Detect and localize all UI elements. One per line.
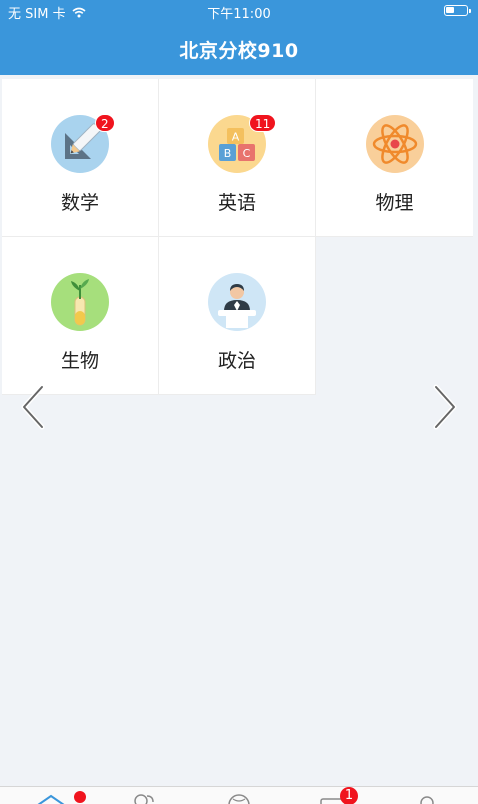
subject-label: 政治 [217,350,256,372]
subject-label: 物理 [375,192,414,214]
subject-label: 英语 [217,192,256,214]
tab-bar: 1 [0,786,478,804]
subject-tile-biology[interactable]: 生物 [2,237,159,395]
test-tube-plant-icon [51,273,109,331]
status-bar: 无 SIM 卡 下午11:00 [0,0,478,22]
message-badge: 1 [340,787,358,804]
svg-text:C: C [243,147,251,160]
subject-label: 数学 [60,192,99,214]
battery-icon [444,5,471,16]
profile-icon[interactable] [412,791,442,804]
speaker-podium-icon [208,273,266,331]
subject-tile-math[interactable]: 2 数学 [2,79,159,237]
chevron-right-icon[interactable] [430,384,460,430]
globe-icon[interactable] [224,791,254,804]
page-title: 北京分校910 [179,40,299,62]
notification-badge: 2 [95,114,115,132]
notification-badge: 11 [249,114,277,132]
people-icon[interactable] [130,791,160,804]
svg-text:B: B [224,147,232,160]
subject-tile-politics[interactable]: 政治 [159,237,316,395]
atom-icon [365,115,424,173]
chevron-left-icon[interactable] [18,384,48,430]
subject-tile-english[interactable]: A B C 11 英语 [159,79,316,237]
header: 无 SIM 卡 下午11:00 北京分校910 [0,0,478,75]
svg-text:A: A [232,131,240,144]
home-notification-dot [74,791,86,803]
subject-tile-physics[interactable]: 物理 [316,79,473,237]
status-time: 下午11:00 [207,7,271,22]
home-icon[interactable] [36,791,66,804]
subject-label: 生物 [60,350,99,372]
